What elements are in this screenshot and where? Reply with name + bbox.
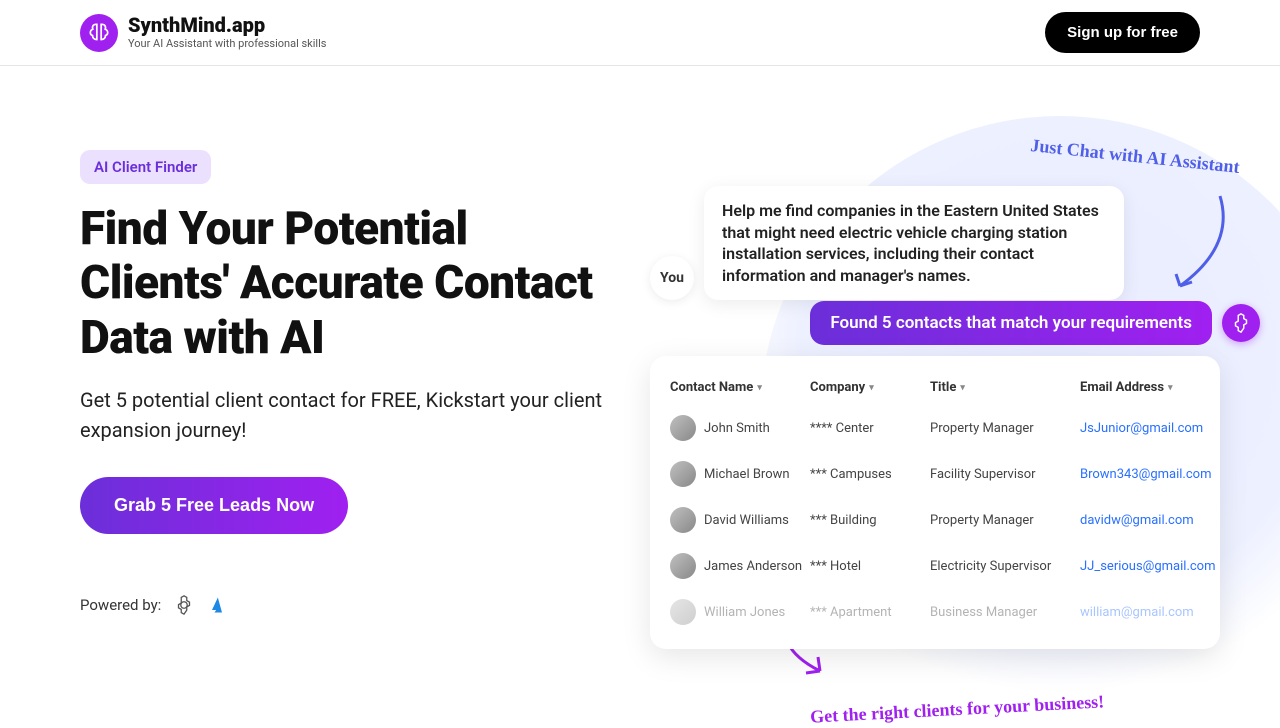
- chevron-down-icon: ▾: [1168, 383, 1173, 393]
- col-company[interactable]: Company▾: [810, 380, 930, 395]
- chevron-down-icon: ▾: [757, 383, 762, 393]
- ai-message: Found 5 contacts that match your require…: [810, 301, 1212, 345]
- ai-avatar-icon: [1222, 304, 1260, 342]
- powered-by: Powered by:: [80, 594, 610, 616]
- hero-title: Find Your Potential Clients' Accurate Co…: [80, 202, 610, 365]
- brand-tagline: Your AI Assistant with professional skil…: [128, 37, 326, 50]
- table-row: William Jones *** Apartment Business Man…: [650, 589, 1220, 635]
- chevron-down-icon: ▾: [960, 383, 965, 393]
- table-row: James Anderson *** Hotel Electricity Sup…: [650, 543, 1220, 589]
- hero-preview: Just Chat with AI Assistant Get the righ…: [630, 126, 1280, 726]
- avatar: [670, 599, 696, 625]
- product-badge: AI Client Finder: [80, 150, 211, 184]
- col-contact-name[interactable]: Contact Name▾: [670, 380, 810, 395]
- site-header: SynthMind.app Your AI Assistant with pro…: [0, 0, 1280, 66]
- col-title[interactable]: Title▾: [930, 380, 1080, 395]
- arrow-top-icon: [1150, 186, 1240, 306]
- openai-icon: [173, 594, 195, 616]
- avatar: [670, 461, 696, 487]
- chevron-down-icon: ▾: [869, 383, 874, 393]
- results-table: Contact Name▾ Company▾ Title▾ Email Addr…: [650, 356, 1220, 649]
- cta-button[interactable]: Grab 5 Free Leads Now: [80, 477, 348, 534]
- table-row: John Smith **** Center Property Manager …: [650, 405, 1220, 451]
- brand-name: SynthMind.app: [128, 15, 326, 35]
- brain-icon: [80, 14, 118, 52]
- avatar: [670, 507, 696, 533]
- azure-icon: [207, 595, 227, 615]
- table-row: David Williams *** Building Property Man…: [650, 497, 1220, 543]
- brand-logo[interactable]: SynthMind.app Your AI Assistant with pro…: [80, 14, 326, 52]
- signup-button[interactable]: Sign up for free: [1045, 12, 1200, 53]
- avatar: [670, 553, 696, 579]
- powered-label: Powered by:: [80, 596, 161, 614]
- hero-subtitle: Get 5 potential client contact for FREE,…: [80, 385, 610, 445]
- table-header: Contact Name▾ Company▾ Title▾ Email Addr…: [650, 370, 1220, 405]
- you-badge: You: [650, 256, 694, 300]
- table-row: Michael Brown *** Campuses Facility Supe…: [650, 451, 1220, 497]
- avatar: [670, 415, 696, 441]
- user-message: Help me find companies in the Eastern Un…: [704, 186, 1124, 300]
- col-email[interactable]: Email Address▾: [1080, 380, 1220, 395]
